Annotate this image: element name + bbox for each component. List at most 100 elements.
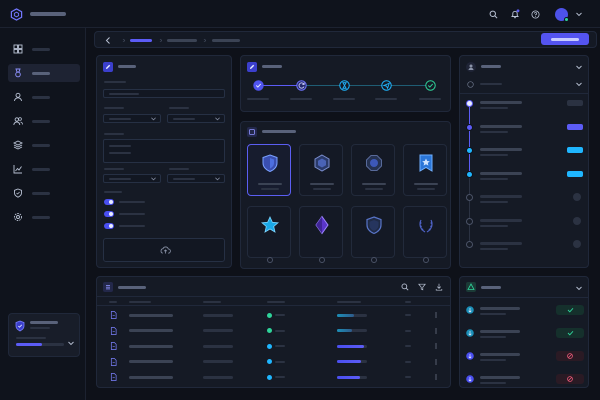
step-send-icon[interactable] xyxy=(381,80,392,91)
file-icon xyxy=(110,311,117,319)
sidebar-item[interactable] xyxy=(8,40,80,58)
breadcrumb-item[interactable] xyxy=(212,39,240,42)
chevron-down-icon[interactable] xyxy=(576,286,582,291)
badge-tile[interactable] xyxy=(351,144,395,196)
hexagon-logo-icon[interactable] xyxy=(10,8,23,21)
badge-radio[interactable] xyxy=(371,257,377,263)
layers-icon xyxy=(13,140,23,150)
sidebar-item[interactable] xyxy=(8,184,80,202)
approval-title[interactable] xyxy=(480,330,520,333)
toggle-switch[interactable] xyxy=(104,223,114,229)
step-hourglass-icon[interactable] xyxy=(339,80,350,91)
select-input[interactable] xyxy=(103,114,161,123)
sidebar-footer-card[interactable] xyxy=(8,313,80,357)
badge-tile[interactable] xyxy=(351,206,395,263)
upload-dropzone[interactable] xyxy=(103,238,225,262)
sidebar-item[interactable] xyxy=(8,88,80,106)
sidebar-item[interactable] xyxy=(8,208,80,226)
chevron-down-icon[interactable] xyxy=(576,65,582,70)
badge-tile[interactable] xyxy=(299,206,343,263)
timeline-item-title[interactable] xyxy=(480,218,522,222)
badge-tile[interactable] xyxy=(403,206,447,263)
select-input[interactable] xyxy=(167,174,225,183)
more-vertical-icon[interactable] xyxy=(435,358,437,365)
textarea-input[interactable] xyxy=(103,139,225,163)
column-header[interactable] xyxy=(267,301,285,303)
step-refresh-icon[interactable] xyxy=(296,80,307,91)
approval-title[interactable] xyxy=(480,353,520,356)
text-input[interactable] xyxy=(103,89,225,98)
badge-radio[interactable] xyxy=(319,257,325,263)
badge-tile[interactable] xyxy=(403,144,447,196)
shield-icon xyxy=(14,188,22,198)
download-icon[interactable] xyxy=(435,283,443,291)
row-status-label xyxy=(275,329,285,332)
sidebar-item[interactable] xyxy=(8,160,80,178)
search-icon[interactable] xyxy=(401,283,409,291)
sidebar-item[interactable] xyxy=(8,136,80,154)
field-label xyxy=(169,168,189,170)
column-header[interactable] xyxy=(203,301,221,303)
toggle-switch[interactable] xyxy=(104,211,114,217)
sidebar-item[interactable] xyxy=(8,112,80,130)
search-icon[interactable] xyxy=(489,10,498,19)
row-name[interactable] xyxy=(129,329,173,332)
row-category xyxy=(203,375,233,379)
approved-badge[interactable] xyxy=(556,305,584,315)
approval-title[interactable] xyxy=(480,307,520,310)
chevron-down-icon[interactable] xyxy=(68,341,74,346)
stepper-card xyxy=(240,55,451,112)
filter-circle-icon[interactable] xyxy=(467,81,474,88)
timeline-item-title[interactable] xyxy=(480,171,522,175)
row-name[interactable] xyxy=(129,313,173,317)
timeline-item-title[interactable] xyxy=(480,148,522,151)
toggle-label xyxy=(119,213,145,215)
more-vertical-icon[interactable] xyxy=(435,327,437,334)
select-input[interactable] xyxy=(167,114,225,123)
more-vertical-icon[interactable] xyxy=(435,374,437,380)
bell-icon[interactable] xyxy=(510,9,520,19)
chevron-down-icon[interactable] xyxy=(576,82,582,87)
more-vertical-icon[interactable] xyxy=(435,343,437,349)
badge-tile[interactable] xyxy=(299,144,343,196)
select-input[interactable] xyxy=(103,174,161,183)
filter-icon[interactable] xyxy=(418,283,426,291)
column-header[interactable] xyxy=(337,301,361,303)
column-header[interactable] xyxy=(129,301,151,303)
column-header[interactable] xyxy=(109,301,117,303)
back-chevron-icon[interactable] xyxy=(105,37,111,44)
toggle-label xyxy=(119,225,145,227)
chevron-down-icon xyxy=(215,177,220,181)
timeline-item-title[interactable] xyxy=(480,124,522,128)
column-header[interactable] xyxy=(405,301,411,303)
badge-tile[interactable] xyxy=(247,206,291,263)
rejected-badge[interactable] xyxy=(556,374,584,384)
help-circle-icon[interactable] xyxy=(531,10,540,19)
step-check-icon[interactable] xyxy=(425,80,436,91)
step-check-icon[interactable] xyxy=(253,80,264,91)
more-vertical-icon[interactable] xyxy=(435,312,437,318)
toggle-switch[interactable] xyxy=(104,199,114,205)
row-status-dot xyxy=(267,343,272,349)
timeline-item-title[interactable] xyxy=(480,195,522,198)
rejected-badge[interactable] xyxy=(556,351,584,361)
approval-title[interactable] xyxy=(480,376,520,379)
timeline-item-title[interactable] xyxy=(480,101,522,104)
approvals-divider xyxy=(460,297,588,298)
breadcrumb-item-current[interactable] xyxy=(130,39,152,42)
primary-action-button[interactable] xyxy=(541,33,589,45)
avatar-icon[interactable] xyxy=(555,8,569,22)
badge-radio[interactable] xyxy=(423,257,429,263)
sidebar-item[interactable] xyxy=(8,64,80,82)
row-name[interactable] xyxy=(129,344,173,348)
approved-badge[interactable] xyxy=(556,328,584,338)
users-group-icon xyxy=(466,62,476,72)
badge-radio[interactable] xyxy=(267,257,273,263)
chevron-down-icon[interactable] xyxy=(576,12,582,17)
timeline-item-title[interactable] xyxy=(480,242,522,245)
row-name[interactable] xyxy=(129,360,173,363)
badge-caption xyxy=(261,188,279,190)
row-name[interactable] xyxy=(129,375,173,379)
breadcrumb-item[interactable] xyxy=(167,39,197,42)
badge-tile[interactable] xyxy=(247,144,291,196)
